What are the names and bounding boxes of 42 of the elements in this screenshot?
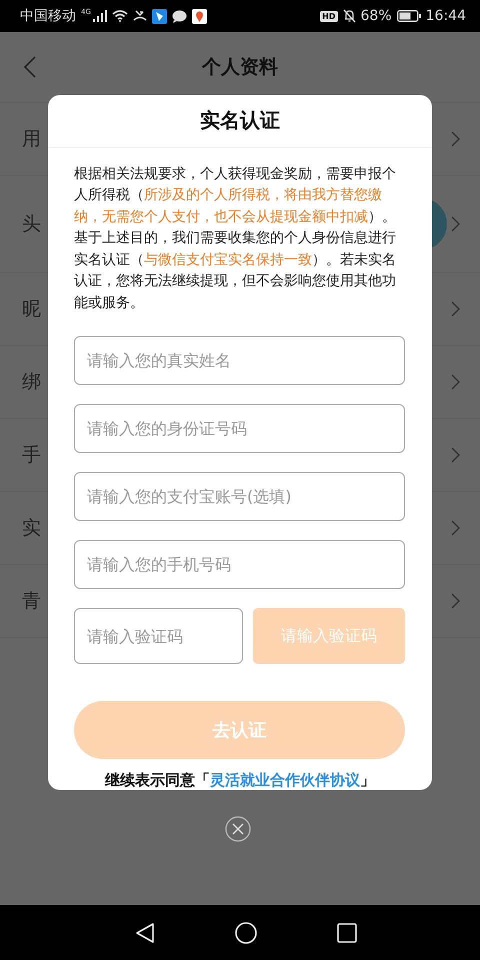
map-pin-icon (192, 8, 207, 24)
battery-icon (396, 10, 421, 22)
agreement-text: 继续表示同意「 (105, 771, 210, 789)
back-nav-icon[interactable] (135, 922, 155, 944)
carrier-name: 中国移动 (20, 7, 76, 25)
chevron-right-icon[interactable] (451, 593, 460, 609)
code-input-field[interactable]: 请输入验证码 (74, 608, 243, 664)
back-icon[interactable] (24, 56, 36, 78)
chevron-right-icon[interactable] (451, 301, 460, 317)
chevron-right-icon[interactable] (451, 131, 460, 147)
row-label: 青 (22, 589, 41, 614)
app-icon (152, 8, 167, 24)
agreement-bracket: 」 (360, 771, 375, 789)
row-label: 昵 (22, 297, 41, 322)
input-field[interactable]: 请输入您的支付宝账号(选填) (74, 472, 405, 521)
signal-icon (92, 10, 107, 22)
chevron-right-icon[interactable] (451, 374, 460, 390)
notice-paragraph: 根据相关法规要求，个人获得现金奖励，需要申报个人所得税（所涉及的个人所得税，将由我方替您缴纳，无需您个人支付，也不会从提现金额中扣减）。基于上述目的，我们需要收集您的个人身份信息进行实名认证（与微信支付宝实名保持一致）。若未实名认证，您将无法继续提现，但不会影响您使用其他功能或服务。 (74, 164, 397, 312)
input-field[interactable]: 请输入您的手机号码 (74, 540, 405, 589)
chevron-right-icon[interactable] (451, 520, 460, 536)
input-field[interactable]: 请输入您的身份证号码 (74, 404, 405, 453)
bell-off-icon (342, 9, 356, 23)
clock-time: 16:44 (426, 8, 466, 24)
row-label: 实 (22, 516, 41, 541)
agreement-link[interactable]: 灵活就业合作伙伴协议 (210, 771, 360, 789)
page-title: 个人资料 (202, 55, 278, 80)
row-label: 头 (22, 212, 41, 237)
row-label: 手 (22, 443, 41, 468)
chat-bubble-icon (172, 10, 187, 22)
wifi-icon (112, 10, 128, 22)
chevron-right-icon[interactable] (451, 447, 460, 463)
chevron-right-icon[interactable] (451, 216, 460, 232)
row-label: 用 (22, 127, 41, 152)
row-label: 绑 (22, 370, 41, 395)
recents-nav-icon[interactable] (337, 922, 357, 942)
missed-call-icon (132, 10, 147, 22)
hd-badge: HD (320, 10, 338, 22)
input-field[interactable]: 请输入您的真实姓名 (74, 336, 405, 385)
dialog-title: 实名认证 (200, 107, 280, 134)
battery-percent: 68% (360, 8, 392, 24)
close-icon[interactable] (225, 816, 251, 842)
home-nav-icon[interactable] (235, 922, 257, 944)
